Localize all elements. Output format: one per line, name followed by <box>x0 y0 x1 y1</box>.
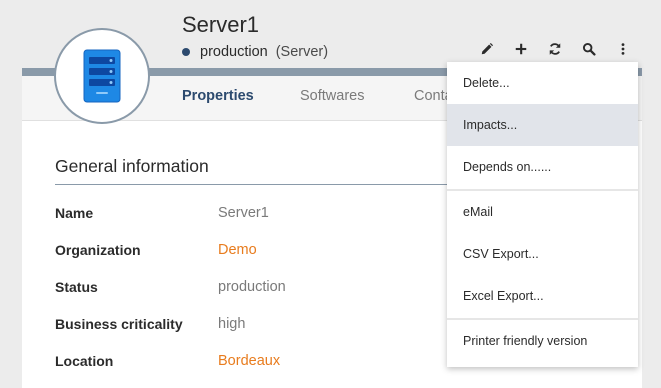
field-label-organization: Organization <box>55 242 141 258</box>
field-value-status: production <box>218 279 286 295</box>
section-divider <box>55 184 475 185</box>
actions-menu: Delete... Impacts... Depends on...... eM… <box>447 62 638 367</box>
page-title: Server1 <box>182 12 260 37</box>
field-label-status: Status <box>55 279 98 295</box>
tab-softwares[interactable]: Softwares <box>300 88 364 104</box>
field-label-name: Name <box>55 205 94 221</box>
toolbar <box>476 38 646 60</box>
menu-item-delete[interactable]: Delete... <box>447 62 638 104</box>
tab-properties[interactable]: Properties <box>182 88 254 104</box>
plus-icon[interactable] <box>510 38 532 60</box>
refresh-icon[interactable] <box>544 38 566 60</box>
more-icon[interactable] <box>612 38 634 60</box>
status-text: production <box>200 44 268 60</box>
server-icon <box>83 49 121 103</box>
menu-item-impacts[interactable]: Impacts... <box>447 104 638 146</box>
menu-item-csv-export[interactable]: CSV Export... <box>447 233 638 275</box>
pencil-icon[interactable] <box>476 38 498 60</box>
menu-item-printer-friendly[interactable]: Printer friendly version <box>447 320 638 362</box>
section-title: General information <box>55 156 209 176</box>
status-dot <box>182 48 190 56</box>
avatar <box>54 28 150 124</box>
menu-item-excel-export[interactable]: Excel Export... <box>447 275 638 317</box>
menu-item-depends-on[interactable]: Depends on...... <box>447 146 638 188</box>
menu-item-email[interactable]: eMail <box>447 191 638 233</box>
field-value-organization-link[interactable]: Demo <box>218 242 257 258</box>
field-value-name: Server1 <box>218 205 269 221</box>
status-line: production (Server) <box>182 44 328 60</box>
search-icon[interactable] <box>578 38 600 60</box>
object-type: (Server) <box>275 44 329 60</box>
field-value-business-criticality: high <box>218 316 246 332</box>
field-label-business-criticality: Business criticality <box>55 316 183 332</box>
